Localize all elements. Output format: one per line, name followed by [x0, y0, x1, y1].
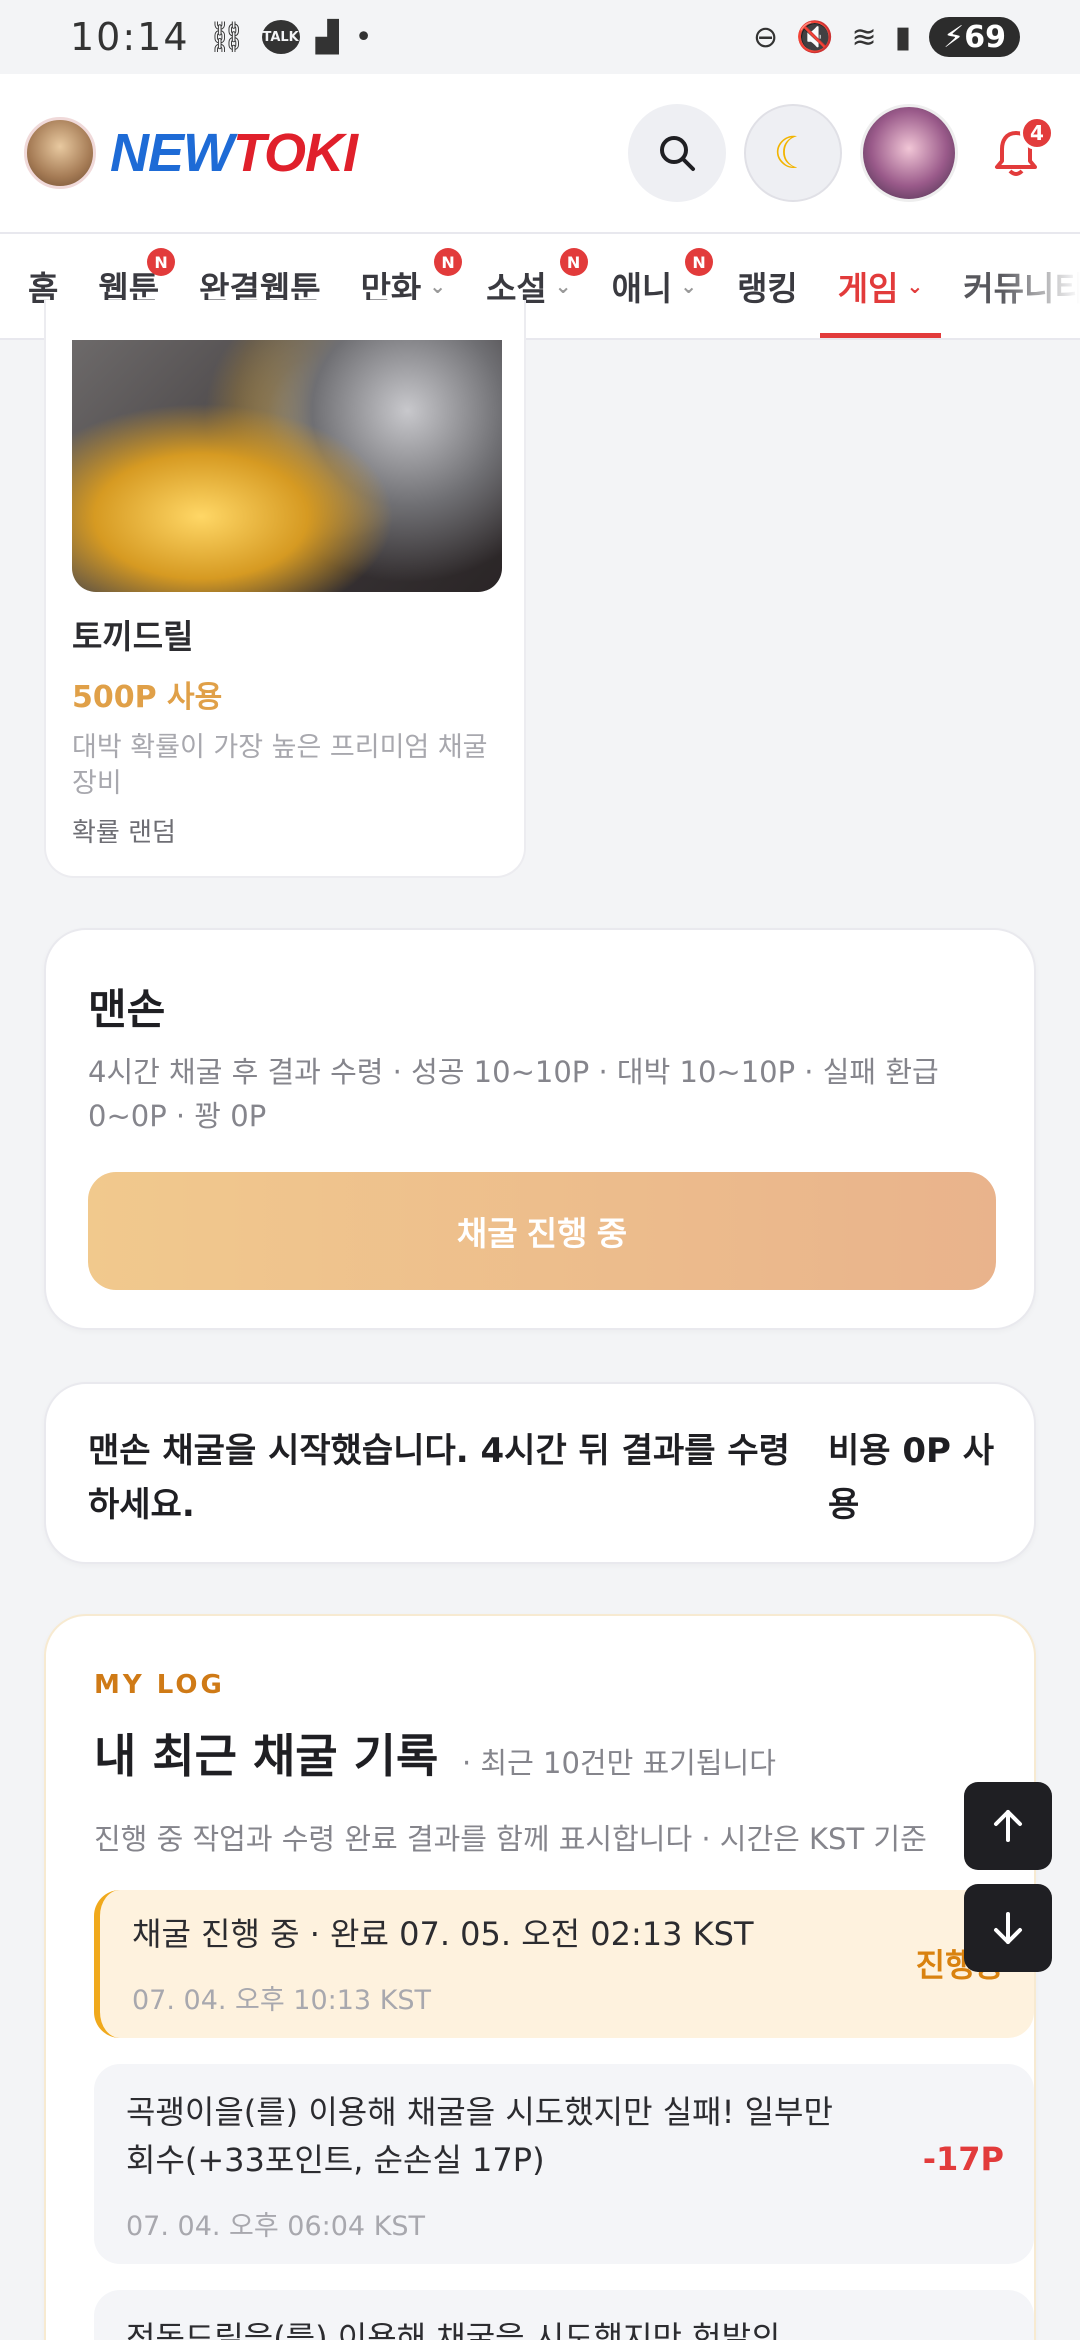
site-logo[interactable]: NEWTOKI [110, 122, 358, 184]
logo-avatar[interactable] [24, 117, 96, 189]
log-subtitle: · 최근 10건만 표기됩니다 [462, 1746, 776, 1780]
chevron-down-icon: ⌄ [680, 274, 698, 298]
scroll-top-button[interactable] [964, 1782, 1052, 1870]
chevron-down-icon: ⌄ [554, 274, 572, 298]
new-badge: N [685, 248, 714, 276]
battery-indicator: ⚡ 69 [929, 17, 1020, 57]
item-name: 토끼드릴 [72, 617, 194, 656]
mining-in-progress-button[interactable]: 채굴 진행 중 [88, 1172, 996, 1290]
chevron-down-icon: ⌄ [429, 274, 447, 298]
dark-mode-toggle[interactable]: ☾ [744, 104, 842, 202]
notice-message: 맨손 채굴을 시작했습니다. 4시간 뒤 결과를 수령하세요. [88, 1431, 790, 1525]
dot-icon: • [354, 19, 373, 55]
mining-status-card: 맨손 4시간 채굴 후 결과 수령 · 성공 10~10P · 대박 10~10… [44, 928, 1036, 1330]
log-title: 내 최근 채굴 기록 [94, 1729, 439, 1783]
mining-tool-title: 맨손 [88, 985, 166, 1034]
signal-icon: ▮ [894, 19, 912, 55]
log-entry-time: 07. 04. 오후 06:04 KST [126, 2211, 426, 2242]
nav-tab-label: 랭킹 [737, 269, 798, 308]
log-entry[interactable]: 채굴 진행 중 · 완료 07. 05. 오전 02:13 KST 07. 04… [94, 1890, 1034, 2038]
talk-icon: TALK [261, 20, 300, 54]
arrow-down-icon [994, 1912, 1022, 1944]
app-header: NEWTOKI ☾ 4 [0, 74, 1080, 232]
notification-button[interactable]: 4 [976, 104, 1056, 202]
log-entry-text: 전동드릴을(를) 이용해 채굴을 시도했지만 헛발의 [126, 2319, 781, 2340]
logo-text-toki: TOKI [232, 123, 358, 183]
nav-fade-overlay [1000, 234, 1080, 338]
profile-avatar[interactable] [860, 104, 958, 202]
log-entry[interactable]: 전동드릴을(를) 이용해 채굴을 시도했지만 헛발의 [94, 2290, 1034, 2340]
logo-text-new: NEW [110, 123, 234, 183]
log-entry-status: -17P [922, 2140, 1004, 2178]
arrow-up-icon [994, 1810, 1022, 1842]
search-button[interactable] [628, 104, 726, 202]
battery-level: 69 [964, 19, 1006, 55]
nav-tab-anime[interactable]: 애니 ⌄ N [611, 234, 714, 338]
new-badge: N [434, 248, 463, 276]
item-probability: 확률 랜덤 [72, 818, 176, 848]
new-badge: N [147, 248, 176, 276]
status-system-icons: ⊖ 🔇 ≋ ▮ ⚡ 69 [753, 17, 1020, 57]
mining-notice-card: 맨손 채굴을 시작했습니다. 4시간 뒤 결과를 수령하세요. 비용 0P 사용 [44, 1382, 1036, 1564]
notice-cost: 비용 0P 사용 [828, 1431, 995, 1525]
mute-icon: 🔇 [796, 19, 834, 55]
status-time: 10:14 [70, 15, 190, 59]
item-cost: 500P 사용 [72, 680, 223, 715]
nav-tab-ranking[interactable]: 랭킹 [737, 234, 798, 338]
moon-icon: ☾ [773, 127, 813, 179]
search-icon [660, 136, 695, 171]
bolt-icon: ⚡ [943, 19, 965, 55]
nav-tab-game[interactable]: 게임 ⌄ [819, 234, 941, 338]
log-help-text: 진행 중 작업과 수령 완료 결과를 함께 표시합니다 · 시간은 KST 기준 [94, 1822, 927, 1856]
stairs-icon: ▟ [315, 19, 339, 55]
log-entry-text: 채굴 진행 중 · 완료 07. 05. 오전 02:13 KST [132, 1915, 754, 1953]
new-badge: N [559, 248, 588, 276]
log-eyebrow: MY LOG [94, 1670, 225, 1700]
nav-tab-label: 애니 [611, 269, 673, 308]
item-description: 대박 확률이 가장 높은 프리미엄 채굴 장비 [72, 732, 488, 799]
log-entry[interactable]: 곡괭이을(를) 이용해 채굴을 시도했지만 실패! 일부만 회수(+33포인트,… [94, 2064, 1034, 2264]
link-icon: ⛓ [207, 19, 246, 55]
nav-tab-label: 게임 [837, 269, 899, 308]
log-entry-time: 07. 04. 오후 10:13 KST [132, 1985, 432, 2016]
mining-log-card: MY LOG 내 최근 채굴 기록 · 최근 10건만 표기됩니다 진행 중 작… [44, 1614, 1036, 2340]
scroll-bottom-button[interactable] [964, 1884, 1052, 1972]
dnd-icon: ⊖ [753, 19, 779, 55]
wifi-icon: ≋ [851, 19, 877, 55]
notification-badge: 4 [1020, 116, 1054, 150]
drill-image [72, 340, 502, 592]
shop-item-card[interactable]: 토끼드릴 500P 사용 대박 확률이 가장 높은 프리미엄 채굴 장비 확률 … [44, 300, 526, 878]
status-notification-icons: ⛓ TALK ▟ • [208, 20, 373, 55]
chevron-down-icon: ⌄ [906, 274, 924, 298]
header-actions: ☾ 4 [628, 104, 1056, 202]
status-bar: 10:14 ⛓ TALK ▟ • ⊖ 🔇 ≋ ▮ ⚡ 69 [0, 0, 1080, 74]
mining-tool-description: 4시간 채굴 후 결과 수령 · 성공 10~10P · 대박 10~10P ·… [88, 1055, 939, 1133]
log-entry-text: 곡괭이을(를) 이용해 채굴을 시도했지만 실패! 일부만 회수(+33포인트,… [126, 2093, 833, 2179]
